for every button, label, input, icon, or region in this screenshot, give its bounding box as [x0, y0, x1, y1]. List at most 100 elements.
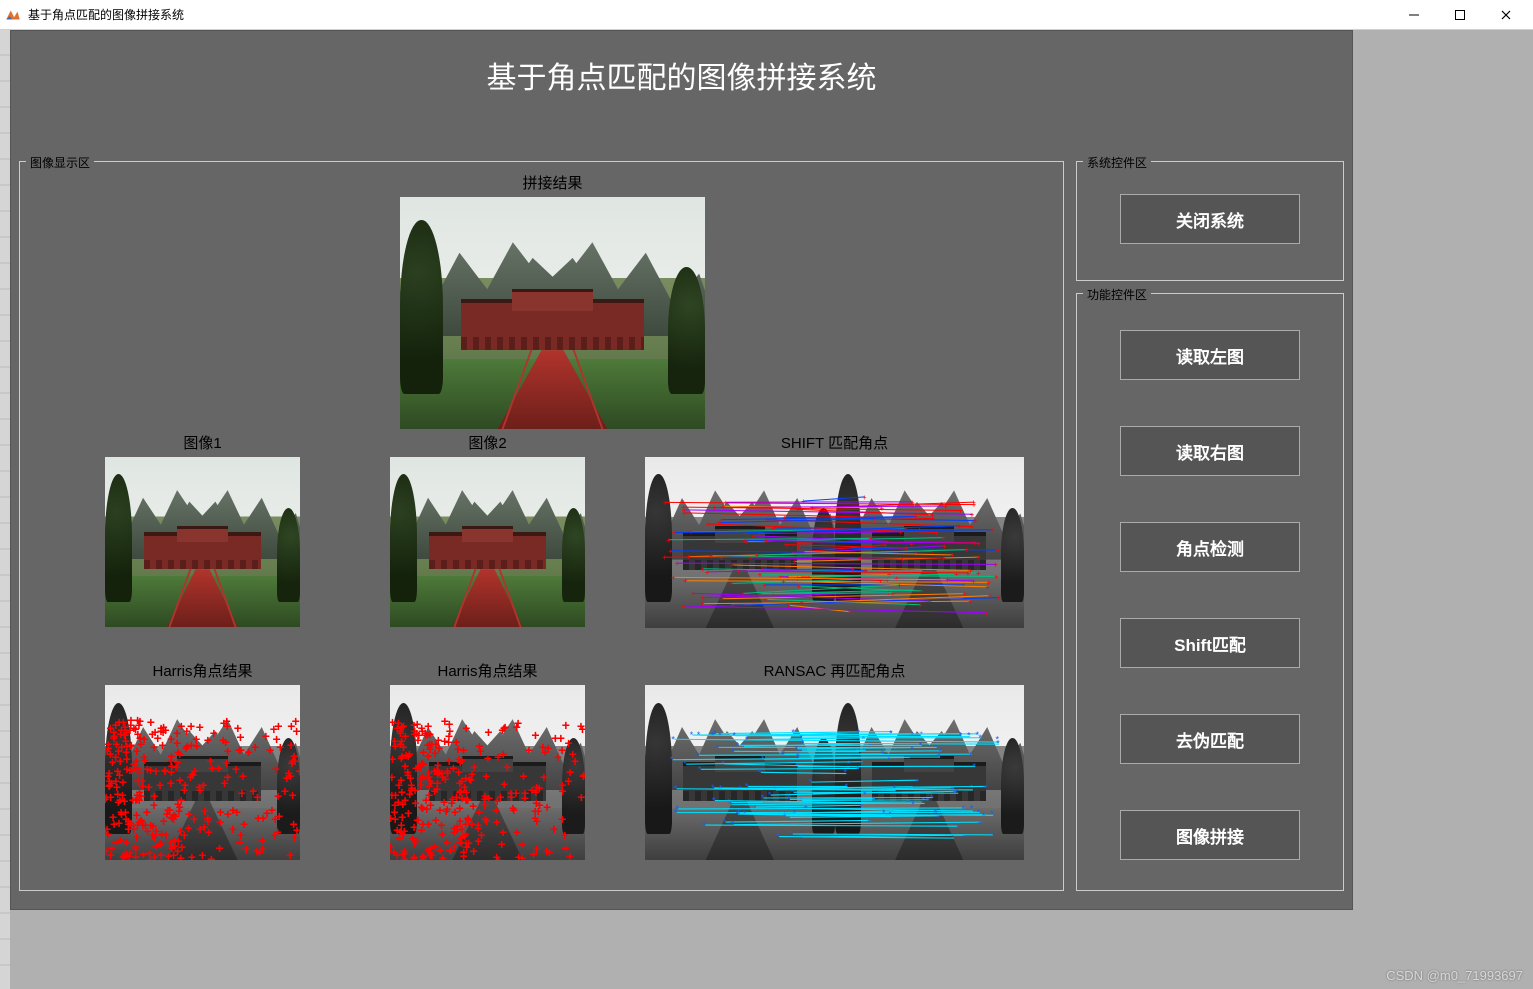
system-controls-legend: 系统控件区 [1083, 154, 1151, 171]
system-controls-group: 系统控件区 关闭系统 [1076, 161, 1344, 281]
image-display-legend: 图像显示区 [26, 154, 94, 171]
svg-text:+: + [675, 559, 680, 568]
svg-text:*: * [863, 790, 867, 800]
svg-text:+: + [795, 505, 800, 514]
svg-text:*: * [776, 832, 780, 842]
svg-text:+: + [941, 554, 946, 563]
svg-text:*: * [671, 734, 675, 744]
svg-text:*: * [983, 784, 987, 794]
stitch-result-title: 拼接结果 [400, 172, 705, 193]
svg-text:+: + [784, 541, 789, 550]
svg-text:*: * [910, 784, 914, 794]
svg-text:*: * [951, 832, 955, 842]
svg-text:*: * [791, 727, 795, 737]
svg-text:+: + [785, 573, 790, 582]
svg-text:*: * [869, 741, 873, 751]
svg-text:*: * [843, 767, 847, 777]
svg-text:+: + [700, 594, 705, 603]
svg-text:+: + [748, 554, 753, 563]
svg-text:*: * [758, 767, 762, 777]
svg-text:*: * [978, 733, 982, 743]
svg-text:+: + [927, 597, 932, 606]
svg-text:+: + [741, 589, 746, 598]
svg-text:*: * [783, 811, 787, 821]
svg-text:+: + [668, 547, 673, 556]
svg-text:*: * [745, 781, 749, 791]
svg-text:+: + [879, 504, 884, 513]
svg-text:+: + [705, 568, 710, 577]
shift-match-panel: SHIFT 匹配角点 +++++++++++++++++++++++++++++… [645, 432, 1024, 628]
svg-text:+: + [962, 590, 967, 599]
svg-text:*: * [787, 794, 791, 804]
harris2-title: Harris角点结果 [390, 660, 585, 681]
close-system-button[interactable]: 关闭系统 [1120, 194, 1300, 244]
ransac-lines: ****************************************… [645, 685, 1024, 860]
load-left-button[interactable]: 读取左图 [1120, 330, 1300, 380]
stitch-result-image [400, 197, 705, 429]
svg-text:+: + [973, 517, 978, 526]
svg-text:+: + [792, 548, 797, 557]
svg-text:+: + [976, 539, 981, 548]
svg-text:*: * [930, 793, 934, 803]
svg-text:*: * [893, 784, 897, 794]
svg-text:*: * [888, 809, 892, 819]
ransac-panel: RANSAC 再匹配角点 ***************************… [645, 660, 1024, 860]
svg-text:+: + [862, 493, 867, 502]
svg-text:+: + [807, 573, 812, 582]
svg-text:*: * [696, 750, 700, 760]
svg-text:+: + [858, 554, 863, 563]
maximize-button[interactable] [1437, 0, 1483, 30]
remove-false-button[interactable]: 去伪匹配 [1120, 714, 1300, 764]
svg-text:*: * [698, 764, 702, 774]
svg-text:+: + [990, 526, 995, 535]
ransac-title: RANSAC 再匹配角点 [645, 660, 1024, 681]
image1-title: 图像1 [105, 432, 300, 453]
svg-text:+: + [683, 577, 688, 586]
svg-text:+: + [909, 540, 914, 549]
svg-text:+: + [801, 497, 806, 506]
svg-text:+: + [972, 501, 977, 510]
svg-text:+: + [712, 504, 717, 513]
watermark: CSDN @m0_71993697 [1386, 968, 1523, 983]
svg-text:*: * [996, 738, 1000, 748]
harris1-title: Harris角点结果 [105, 660, 300, 681]
svg-text:+: + [976, 553, 981, 562]
svg-text:*: * [955, 787, 959, 797]
image2 [390, 457, 585, 627]
svg-text:*: * [907, 754, 911, 764]
svg-text:*: * [937, 752, 941, 762]
editor-background-strip [0, 30, 10, 989]
minimize-button[interactable] [1391, 0, 1437, 30]
shift-match-button[interactable]: Shift匹配 [1120, 618, 1300, 668]
svg-text:+: + [994, 573, 999, 582]
image1-panel: 图像1 [105, 432, 300, 627]
svg-text:+: + [996, 594, 1001, 603]
svg-text:*: * [990, 809, 994, 819]
svg-text:+: + [723, 498, 728, 507]
close-button[interactable] [1483, 0, 1529, 30]
corner-detect-button[interactable]: 角点检测 [1120, 522, 1300, 572]
svg-text:+: + [891, 589, 896, 598]
svg-text:+: + [762, 581, 767, 590]
svg-text:*: * [760, 793, 764, 803]
stitch-button[interactable]: 图像拼接 [1120, 810, 1300, 860]
load-right-button[interactable]: 读取右图 [1120, 426, 1300, 476]
svg-text:+: + [910, 498, 915, 507]
svg-text:+: + [918, 601, 923, 610]
svg-text:*: * [970, 804, 974, 814]
svg-text:+: + [995, 546, 1000, 555]
svg-text:+: + [945, 576, 950, 585]
svg-text:+: + [943, 502, 948, 511]
svg-text:+: + [682, 506, 687, 515]
stitch-result-panel: 拼接结果 [400, 172, 705, 429]
svg-text:*: * [697, 730, 701, 740]
svg-text:+: + [663, 498, 668, 507]
svg-text:+: + [666, 536, 671, 545]
svg-text:*: * [737, 808, 741, 818]
svg-text:+: + [691, 589, 696, 598]
svg-text:*: * [954, 820, 958, 830]
svg-text:*: * [872, 794, 876, 804]
figure-window: 基于角点匹配的图像拼接系统 图像显示区 拼接结果 图像1 图像2 SHIF [10, 30, 1353, 910]
svg-text:*: * [978, 820, 982, 830]
svg-text:*: * [790, 829, 794, 839]
